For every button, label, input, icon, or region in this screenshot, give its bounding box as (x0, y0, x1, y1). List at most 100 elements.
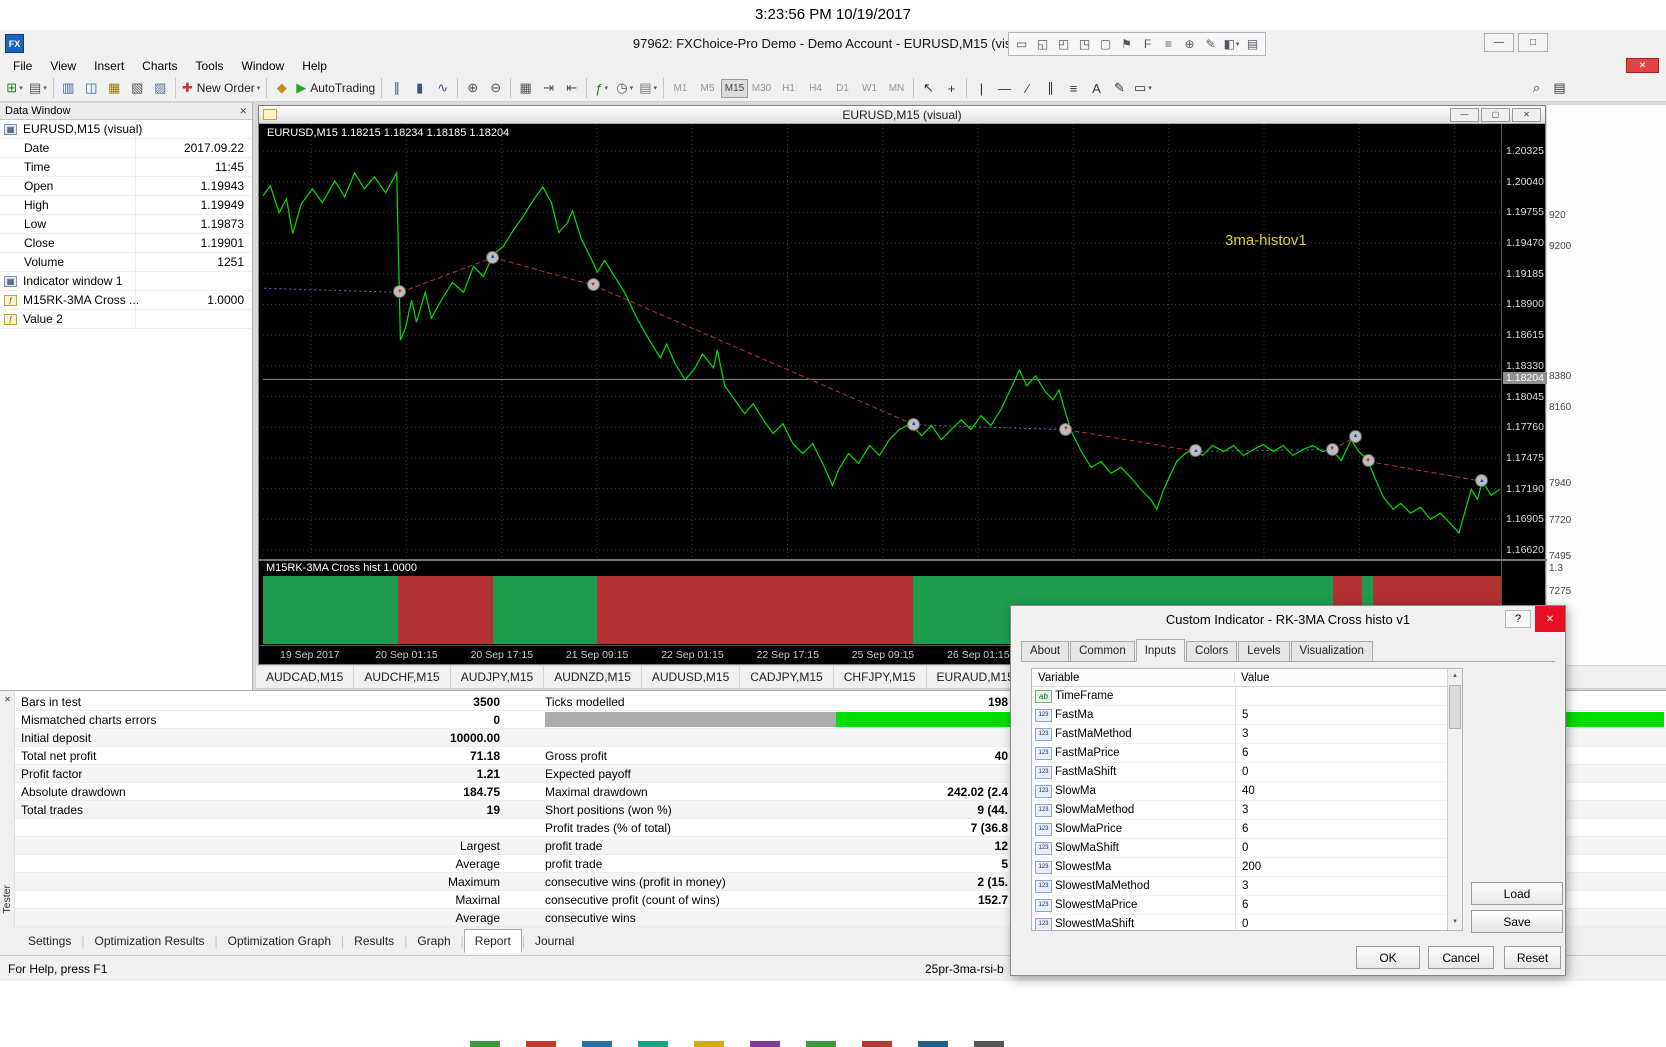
scroll-up-button[interactable]: ▲ (1448, 669, 1462, 684)
indicators-button[interactable]: ƒ ▾ (590, 77, 613, 100)
dialog-tab-inputs[interactable]: Inputs (1135, 639, 1186, 662)
grid-row[interactable]: ab TimeFrame (1032, 687, 1462, 706)
channel-button[interactable]: ∥ (1039, 77, 1062, 100)
tester-tab-graph[interactable]: Graph (407, 930, 460, 952)
symbol-tab-audchf[interactable]: AUDCHF,M15 (354, 666, 451, 688)
metaeditor-button[interactable]: ◆ (270, 77, 293, 100)
timeframe-m5-button[interactable]: M5 (694, 79, 721, 98)
grid-value[interactable]: 6 (1235, 744, 1462, 762)
tester-tab-results[interactable]: Results (344, 930, 404, 952)
tester-tab-optimization-results[interactable]: Optimization Results (84, 930, 214, 952)
eyedropper-icon[interactable]: ✎ (1200, 34, 1221, 54)
print-button[interactable]: ▤ (1548, 77, 1571, 100)
chart-shift-button[interactable]: ⇤ (560, 77, 583, 100)
symbol-tab-cadjpy[interactable]: CADJPY,M15 (740, 666, 834, 688)
horizontal-line-button[interactable]: — (993, 77, 1016, 100)
menu-view[interactable]: View (41, 58, 85, 74)
templates-button[interactable]: ▤ ▾ (636, 77, 660, 100)
taskbar-item[interactable] (974, 1041, 1004, 1047)
taskbar-item[interactable] (582, 1041, 612, 1047)
taskbar-item[interactable] (918, 1041, 948, 1047)
grid-row[interactable]: 123 FastMaMethod 3 (1032, 725, 1462, 744)
crosshair-button[interactable]: + (940, 77, 963, 100)
dialog-tab-visualization[interactable]: Visualization (1290, 641, 1373, 661)
navigator-button[interactable]: ▦ (103, 77, 126, 100)
grid-value[interactable]: 3 (1235, 801, 1462, 819)
grid-value[interactable]: 0 (1235, 763, 1462, 781)
value-column-header[interactable]: Value (1235, 672, 1270, 684)
object-list-icon[interactable]: ≡ (1158, 34, 1179, 54)
zoom-in-button[interactable]: ⊕ (461, 77, 484, 100)
grid-value[interactable]: 200 (1235, 858, 1462, 876)
dialog-close-button[interactable]: ✕ (1535, 606, 1565, 632)
cursor-button[interactable]: ↖ (917, 77, 940, 100)
dialog-tab-levels[interactable]: Levels (1238, 641, 1290, 661)
auto-scroll-button[interactable]: ⇥ (537, 77, 560, 100)
timeframe-m15-button[interactable]: M15 (721, 78, 748, 98)
timeframe-m30-button[interactable]: M30 (748, 79, 775, 98)
symbol-tab-audusd[interactable]: AUDUSD,M15 (642, 666, 741, 688)
timeframe-mn-button[interactable]: MN (883, 79, 910, 98)
grid-header[interactable]: Variable Value (1032, 669, 1462, 687)
select-rect-icon[interactable]: ▢ (1095, 34, 1116, 54)
profiles-button[interactable]: ▤ ▾ (26, 77, 50, 100)
vertical-line-button[interactable]: | (970, 77, 993, 100)
candlestick-chart-button[interactable]: ▮ (408, 77, 431, 100)
palette-icon[interactable]: ◧ ▾ (1221, 34, 1242, 54)
tester-vertical-label[interactable]: Tester (1, 885, 13, 914)
dialog-tab-common[interactable]: Common (1070, 641, 1135, 661)
new-order-button[interactable]: ✚ New Order ▾ (179, 77, 263, 100)
line-chart-button[interactable]: ∿ (431, 77, 454, 100)
terminal-button[interactable]: ▧ (126, 77, 149, 100)
grid-row[interactable]: 123 SlowMaShift 0 (1032, 839, 1462, 858)
symbol-tab-audcad[interactable]: AUDCAD,M15 (256, 666, 355, 688)
save-button[interactable]: Save (1471, 910, 1563, 933)
bar-chart-button[interactable]: ∥ (385, 77, 408, 100)
zoom-out-button[interactable]: ⊖ (484, 77, 507, 100)
grid-value[interactable]: 6 (1235, 820, 1462, 838)
grid-row[interactable]: 123 SlowestMa 200 (1032, 858, 1462, 877)
zoom-icon[interactable]: ⊕ (1179, 34, 1200, 54)
chart-minimize-button[interactable]: — (1450, 107, 1479, 122)
find-symbol-button[interactable]: ⌕ (1525, 77, 1548, 100)
grid-value[interactable]: 6 (1235, 896, 1462, 914)
grid-value[interactable]: 5 (1235, 706, 1462, 724)
grid-value[interactable]: 3 (1235, 725, 1462, 743)
new-chart-button[interactable]: ⊞ ▾ (3, 77, 26, 100)
chart-close-button[interactable]: ✕ (1512, 107, 1541, 122)
timeframe-m1-button[interactable]: M1 (667, 79, 694, 98)
arrow-tool-button[interactable]: ✎ (1108, 77, 1131, 100)
grid-row[interactable]: 123 FastMaPrice 6 (1032, 744, 1462, 763)
chart-plot[interactable]: EURUSD,M15 1.18215 1.18234 1.18185 1.182… (263, 124, 1501, 559)
alert-flag-icon[interactable]: ⚑ (1116, 34, 1137, 54)
grid-row[interactable]: 123 SlowestMaShift 0 (1032, 915, 1462, 930)
chart-restore-button[interactable]: ▢ (1481, 107, 1510, 122)
dialog-titlebar[interactable]: Custom Indicator - RK-3MA Cross histo v1… (1011, 606, 1565, 632)
dialog-tab-colors[interactable]: Colors (1186, 641, 1238, 661)
help-button[interactable]: ? (1505, 610, 1531, 628)
tester-tab-optimization-graph[interactable]: Optimization Graph (218, 930, 341, 952)
frame-icon[interactable]: F (1137, 34, 1158, 54)
tile-windows-button[interactable]: ▦ (514, 77, 537, 100)
taskbar-item[interactable] (526, 1041, 556, 1047)
close-icon[interactable]: ✕ (239, 106, 247, 117)
ok-button[interactable]: OK (1356, 946, 1420, 969)
grid-row[interactable]: 123 SlowestMaMethod 3 (1032, 877, 1462, 896)
timeframe-d1-button[interactable]: D1 (829, 79, 856, 98)
scroll-thumb[interactable] (1449, 685, 1461, 729)
trendline-button[interactable]: ∕ (1016, 77, 1039, 100)
scroll-down-button[interactable]: ▼ (1448, 915, 1462, 930)
mdi-close-button[interactable]: ✕ (1626, 58, 1659, 73)
timeframe-w1-button[interactable]: W1 (856, 79, 883, 98)
close-icon[interactable]: ✕ (2, 694, 13, 705)
dialog-tab-about[interactable]: About (1021, 641, 1070, 661)
symbol-tab-audjpy[interactable]: AUDJPY,M15 (451, 666, 545, 688)
symbol-row[interactable]: ▦ EURUSD,M15 (visual) (0, 120, 252, 139)
cancel-button[interactable]: Cancel (1428, 946, 1494, 969)
autotrading-button[interactable]: ▶ AutoTrading (293, 77, 378, 100)
market-watch-button[interactable]: ▥ (57, 77, 80, 100)
grid-value[interactable]: 0 (1235, 915, 1462, 930)
symbol-tab-audnzd[interactable]: AUDNZD,M15 (544, 666, 642, 688)
taskbar-item[interactable] (862, 1041, 892, 1047)
variable-column-header[interactable]: Variable (1032, 671, 1235, 684)
